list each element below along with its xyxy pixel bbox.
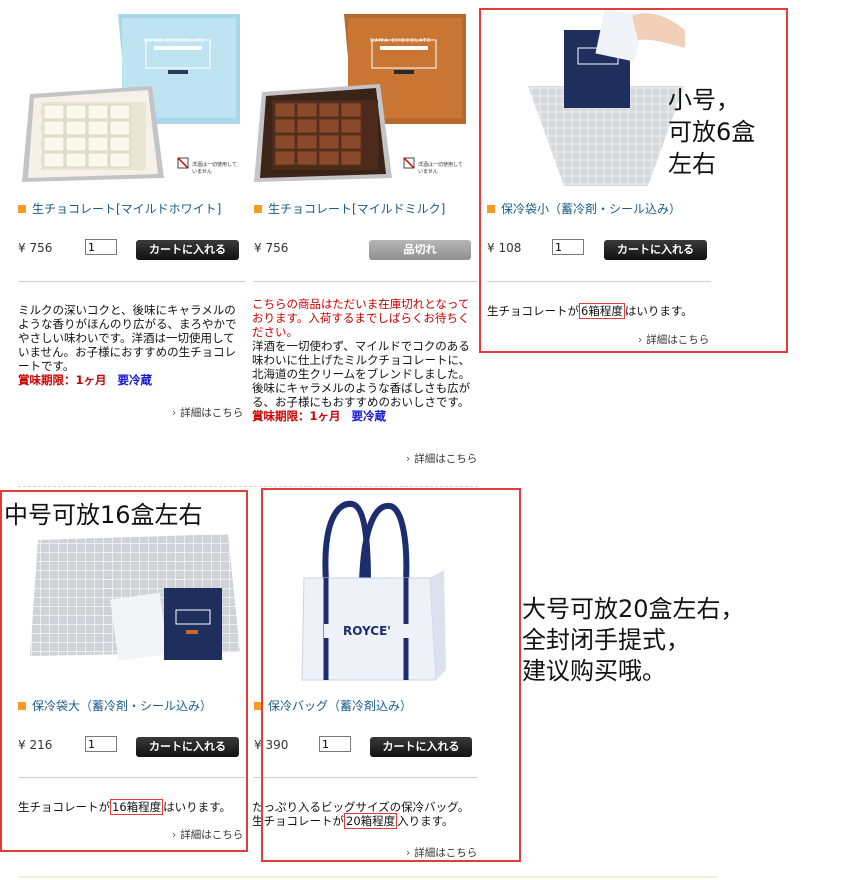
divider [18,281,246,282]
row-separator [18,486,478,487]
annotation-line: 小号， [668,86,740,114]
detail-link[interactable]: 詳細はこちら [172,405,243,420]
annotation-line: 大号可放20盒左右， [522,595,745,623]
storage-note: 要冷蔵 [351,409,386,423]
out-of-stock-notice: こちらの商品はただいま在庫切れとなっております。入荷するまでしばらくお待ちくださ… [252,297,470,339]
annotation-box-large [261,488,521,862]
product-image-white-chocolate[interactable]: NAMA CHOCOLATE 洋酒は一切使用していません [18,10,246,188]
product-price: ¥ 756 [18,241,53,255]
annotation-line: 全封闭手提式， [522,626,690,654]
box-caption: 洋酒は一切使用していません [192,162,237,175]
annotation-line: 可放6盒 [668,118,756,146]
footer-line [18,876,718,878]
annotation-large: 大号可放20盒左右， 全封闭手提式， 建议购买哦。 [522,594,745,687]
annotation-line: 左右 [668,150,716,178]
annotation-line: 建议购买哦。 [522,657,666,685]
product-description: ミルクの深いコクと、後味にキャラメルのような香りがほんのり広がる、まろやかでやさ… [18,303,246,387]
detail-link[interactable]: 詳細はこちら [406,451,477,466]
shelf-life: 賞味期限：1ヶ月 [18,373,107,387]
description-text: ミルクの深いコクと、後味にキャラメルのような香りがほんのり広がる、まろやかでやさ… [18,303,237,373]
add-to-cart-button[interactable]: カートに入れる [136,240,239,260]
quantity-input[interactable] [85,239,117,255]
divider [254,281,478,282]
sold-out-button: 品切れ [369,240,471,260]
box-brand-label: NAMA CHOCOLATE [370,38,432,44]
product-price: ¥ 756 [254,241,289,255]
storage-note: 要冷蔵 [117,373,152,387]
product-name-link[interactable]: 生チョコレート[マイルドホワイト] [32,200,221,217]
annotation-medium: 中号可放16盒左右 [4,500,203,530]
bullet-icon [18,204,26,213]
box-caption: 洋酒は一切使用していません [418,162,463,175]
annotation-box-medium [0,490,248,852]
shelf-life: 賞味期限：1ヶ月 [252,409,341,423]
product-description: こちらの商品はただいま在庫切れとなっております。入荷するまでしばらくお待ちくださ… [252,297,478,423]
product-image-milk-chocolate[interactable]: NAMA CHOCOLATE 洋酒は一切使用していません [254,10,476,188]
annotation-box-small [479,8,788,353]
bullet-icon [254,204,262,213]
annotation-small: 小号， 可放6盒 左右 [668,84,755,180]
box-brand-label: NAMA CHOCOLATE [144,38,206,44]
description-text: 洋酒を一切使わず、マイルドでコクのある味わいに仕上げたミルクチョコレートに、北海… [252,339,471,409]
product-name-link[interactable]: 生チョコレート[マイルドミルク] [268,200,445,217]
product-name-row[interactable]: 生チョコレート[マイルドホワイト] [18,200,221,217]
product-name-row[interactable]: 生チョコレート[マイルドミルク] [254,200,445,217]
